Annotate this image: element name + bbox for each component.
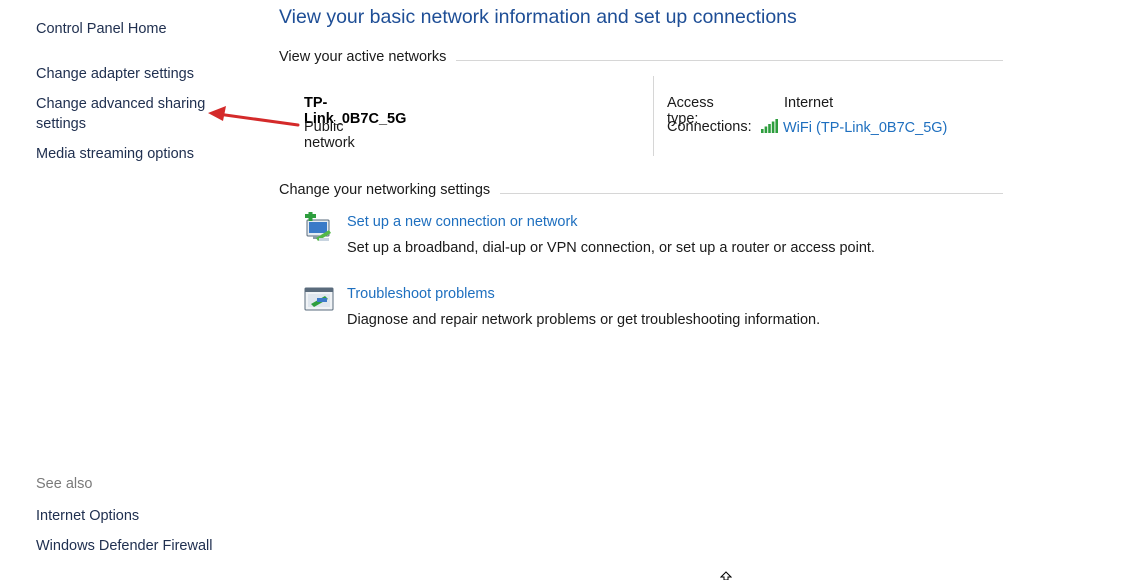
active-networks-divider [456,60,1003,61]
new-connection-icon[interactable] [303,212,335,244]
left-sidebar: Control Panel Home Change adapter settin… [0,0,250,580]
connections-label: Connections: [667,119,752,135]
sidebar-item-media-streaming-options[interactable]: Media streaming options [36,144,194,164]
mouse-cursor-icon [720,571,732,580]
network-info-separator [653,76,654,156]
sidebar-item-change-advanced-sharing-settings[interactable]: Change advanced sharing settings [36,94,216,134]
wifi-connection-label[interactable]: WiFi (TP-Link_0B7C_5G) [783,120,947,136]
see-also-internet-options-link[interactable]: Internet Options [36,506,139,526]
see-also-windows-defender-firewall-link[interactable]: Windows Defender Firewall [36,536,212,556]
setup-new-connection-description: Set up a broadband, dial-up or VPN conne… [347,240,875,256]
access-type-value: Internet [784,95,833,111]
troubleshoot-icon[interactable] [303,286,335,314]
red-annotation-arrow-icon [204,100,304,130]
see-also-heading: See also [36,476,92,492]
control-panel-home-link[interactable]: Control Panel Home [36,19,167,39]
wifi-signal-icon [761,119,779,133]
setup-new-connection-link[interactable]: Set up a new connection or network [347,214,578,230]
troubleshoot-problems-link[interactable]: Troubleshoot problems [347,286,495,302]
page-title: View your basic network information and … [279,6,797,29]
networking-settings-heading: Change your networking settings [279,182,490,198]
wifi-connection-link[interactable]: WiFi (TP-Link_0B7C_5G) [761,119,947,136]
networking-settings-divider [500,193,1003,194]
troubleshoot-problems-description: Diagnose and repair network problems or … [347,312,820,328]
sidebar-item-change-adapter-settings[interactable]: Change adapter settings [36,64,194,84]
active-networks-heading: View your active networks [279,49,446,65]
network-category[interactable]: Public network [304,119,355,151]
